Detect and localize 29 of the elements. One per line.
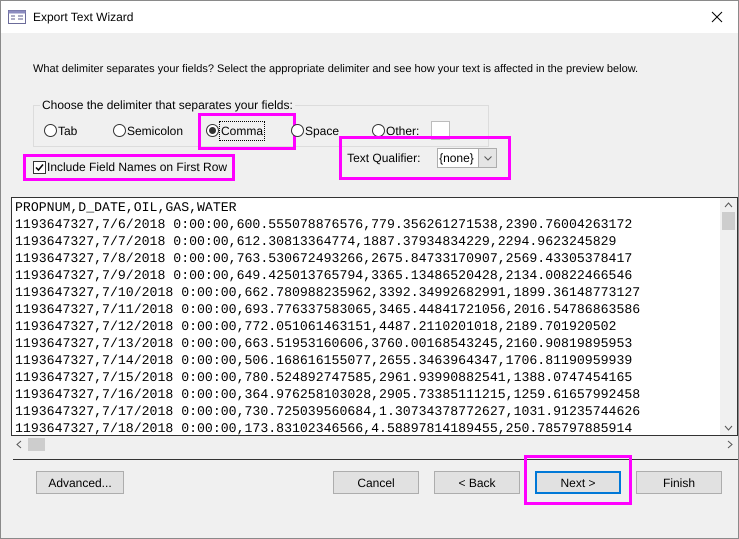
checkbox[interactable] bbox=[33, 160, 46, 174]
radio-label: Semicolon bbox=[127, 122, 184, 140]
preview-text: PROPNUM,D_DATE,OIL,GAS,WATER 1193647327,7/6/2018 0:00:00,600.555078876576,779.356261271538,2390.76004263172 1193647327,7/7/2018 0:00:00,612.30813364774,1887.37934834229,2294.9623245829 1193647327,7/8/2018 0:00:00,763.530672493266,2675.84733170907,2569.43305378417 1193647327,7/9/2018 0:00:00,649.425013765794,3365.13486520428,2134.00822466546 1193647327,7/10/2018 0:00:00,662.780988235962,3392.34992682991,1899.36148773127 1193647327,7/11/2018 0:00:00,693.776337583065,3465.44841721056,2016.54786863586 1193647327,7/12/2018 0:00:00,772.051061463151,4487.2110201018,2189.701920502 1193647327,7/13/2018 0:00:00,663.51953160606,3760.00168543245,2160.90819895953 1193647327,7/14/2018 0:00:00,506.168616155077,2655.3463964347,1706.81190959939 1193647327,7/15/2018 0:00:00,780.524892747585,2961.93990882541,1388.0747454165 1193647327,7/16/2018 0:00:00,364.976258103028,2905.73385111215,1259.61657992458 1193647327,7/17/2018 0:00:00,730.725039560684,1.30734378772627,1031.91235744626 1193647327,7/18/2018 0:00:00,173.83102346566,4.58897814189455,250.785797885914 bbox=[14, 199, 642, 435]
dialog-button[interactable]: Finish bbox=[636, 471, 722, 494]
dialog-button[interactable]: Cancel bbox=[333, 471, 419, 494]
qualifier-label: Text Qualifier: bbox=[347, 150, 422, 167]
radio-label: Other: bbox=[386, 122, 420, 140]
radio-label: Space bbox=[305, 122, 340, 140]
app-icon bbox=[8, 10, 26, 24]
radio-button[interactable] bbox=[206, 124, 219, 137]
radio-button[interactable] bbox=[44, 124, 57, 137]
dialog-button[interactable]: Next > bbox=[535, 471, 621, 494]
scroll-thumb[interactable] bbox=[28, 438, 45, 451]
scroll-thumb[interactable] bbox=[722, 212, 735, 230]
window-title: Export Text Wizard bbox=[33, 9, 134, 26]
radio-label: Tab bbox=[58, 122, 78, 140]
radio-button[interactable] bbox=[372, 124, 385, 137]
group-legend: Choose the delimiter that separates your fields: bbox=[40, 97, 295, 113]
radio-button[interactable] bbox=[291, 124, 304, 137]
dialog-button[interactable]: < Back bbox=[434, 471, 520, 494]
radio-label: Comma bbox=[220, 122, 264, 140]
dialog-button[interactable]: Advanced... bbox=[36, 471, 124, 494]
vertical-scrollbar[interactable] bbox=[720, 198, 737, 435]
radio-button[interactable] bbox=[113, 124, 126, 137]
close-icon[interactable] bbox=[711, 11, 723, 23]
instruction-text: What delimiter separates your fields? Select the appropriate delimiter and see how your text is affected in the preview below. bbox=[33, 63, 638, 75]
chevron-icon bbox=[484, 156, 492, 160]
qualifier-dropdown[interactable]: {none} bbox=[437, 148, 498, 168]
checkbox-label: Include Field Names on First Row bbox=[47, 159, 228, 176]
